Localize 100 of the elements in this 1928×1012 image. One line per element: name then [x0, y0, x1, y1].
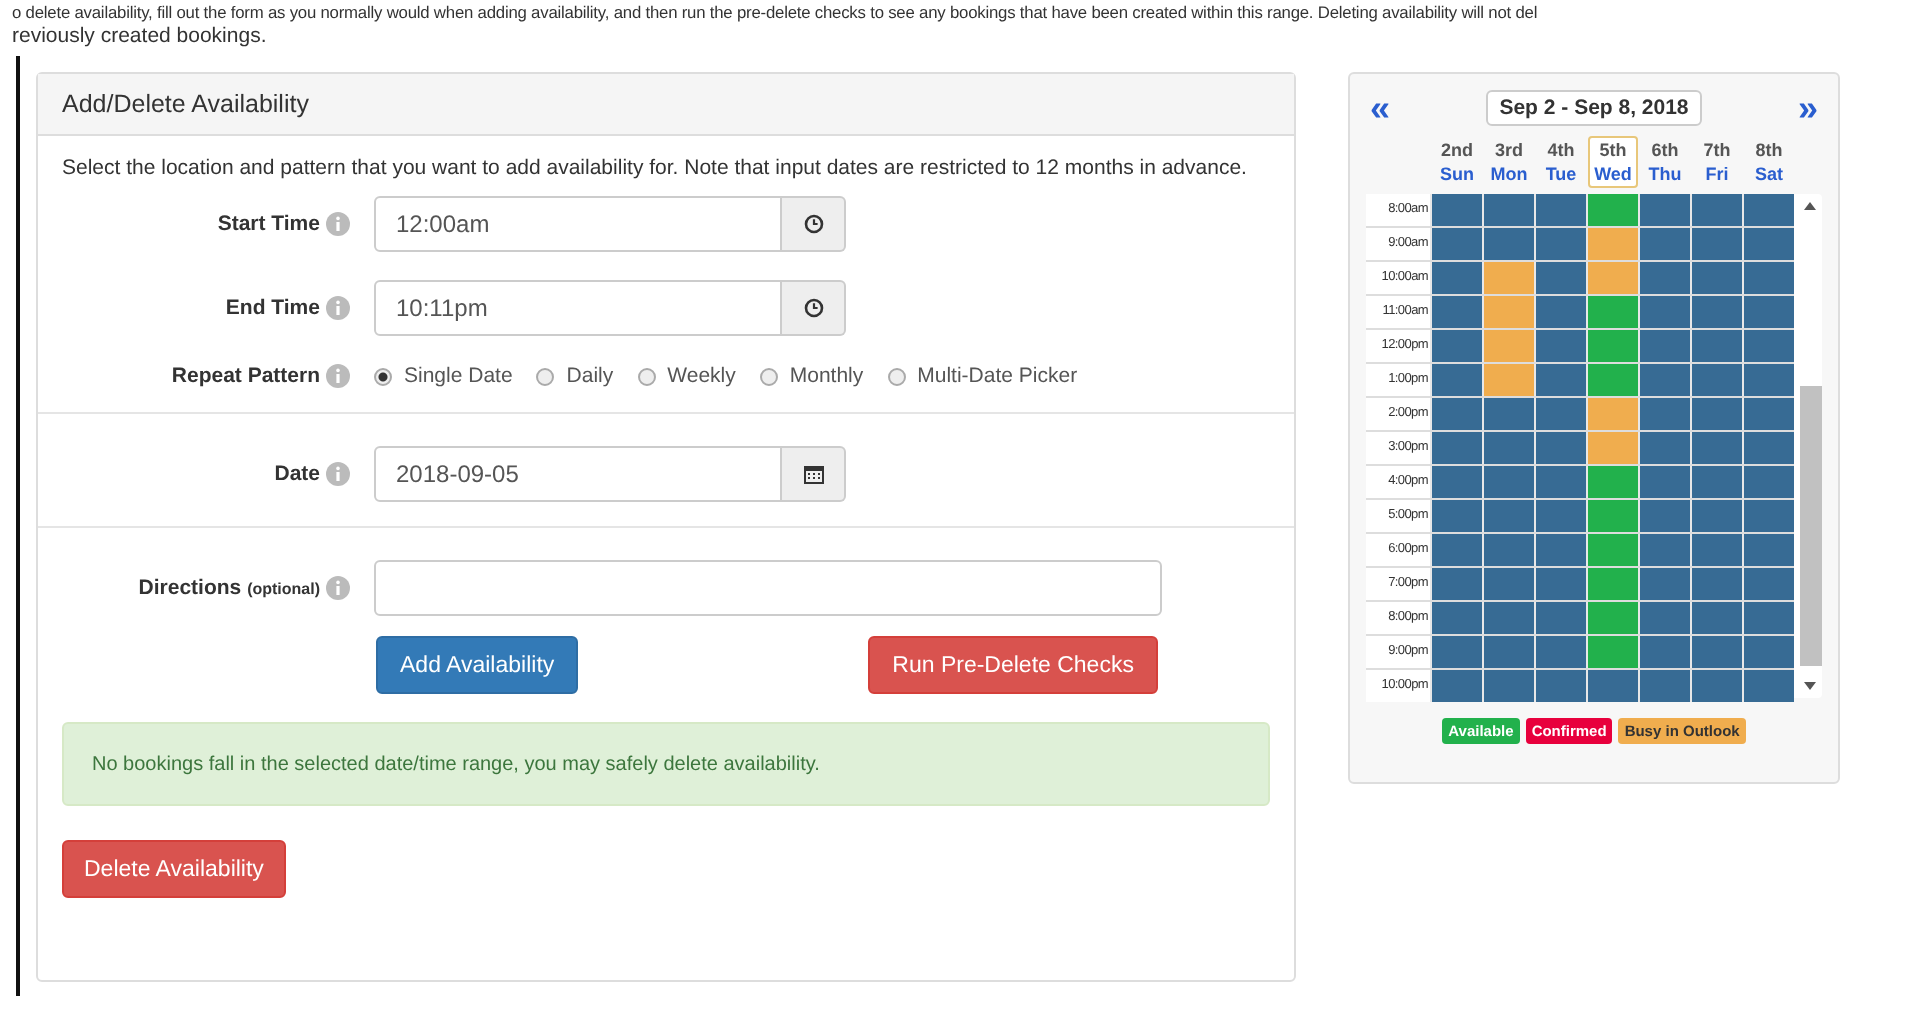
time-slot[interactable]: [1640, 228, 1690, 260]
time-slot[interactable]: [1588, 432, 1638, 464]
time-slot[interactable]: [1432, 398, 1482, 430]
time-slot[interactable]: [1692, 296, 1742, 328]
radio-button[interactable]: [759, 367, 778, 385]
day-header[interactable]: 7th Fri: [1692, 136, 1742, 188]
time-slot[interactable]: [1640, 466, 1690, 498]
time-slot[interactable]: [1692, 500, 1742, 532]
time-slot[interactable]: [1744, 194, 1794, 226]
time-slot[interactable]: [1692, 398, 1742, 430]
time-slot[interactable]: [1744, 670, 1794, 702]
time-slot[interactable]: [1692, 534, 1742, 566]
day-header[interactable]: 4th Tue: [1536, 136, 1586, 188]
action-button[interactable]: Run Pre-Delete Checks: [868, 636, 1158, 694]
day-header[interactable]: 2nd Sun: [1432, 136, 1482, 188]
clock-addon[interactable]: [782, 196, 846, 252]
time-slot[interactable]: [1432, 636, 1482, 668]
time-slot[interactable]: [1744, 228, 1794, 260]
time-slot[interactable]: [1588, 228, 1638, 260]
info-icon[interactable]: [326, 462, 350, 486]
time-slot[interactable]: [1744, 568, 1794, 600]
time-slot[interactable]: [1640, 568, 1690, 600]
time-slot[interactable]: [1640, 500, 1690, 532]
time-slot[interactable]: [1744, 330, 1794, 362]
radio-button[interactable]: [536, 367, 555, 385]
time-slot[interactable]: [1744, 636, 1794, 668]
time-slot[interactable]: [1640, 364, 1690, 396]
time-slot[interactable]: [1744, 364, 1794, 396]
time-slot[interactable]: [1536, 670, 1586, 702]
info-icon[interactable]: [326, 576, 350, 600]
time-slot[interactable]: [1432, 670, 1482, 702]
time-slot[interactable]: [1536, 330, 1586, 362]
time-slot[interactable]: [1640, 262, 1690, 294]
time-slot[interactable]: [1484, 568, 1534, 600]
day-header[interactable]: 8th Sat: [1744, 136, 1794, 188]
time-slot[interactable]: [1484, 330, 1534, 362]
time-slot[interactable]: [1484, 670, 1534, 702]
time-slot[interactable]: [1536, 364, 1586, 396]
time-slot[interactable]: [1484, 534, 1534, 566]
time-slot[interactable]: [1588, 466, 1638, 498]
day-header[interactable]: 3rd Mon: [1484, 136, 1534, 188]
time-slot[interactable]: [1744, 534, 1794, 566]
time-slot[interactable]: [1484, 602, 1534, 634]
time-slot[interactable]: [1432, 330, 1482, 362]
radio-button[interactable]: [637, 367, 656, 385]
time-slot[interactable]: [1432, 534, 1482, 566]
time-slot[interactable]: [1640, 330, 1690, 362]
time-slot[interactable]: [1692, 432, 1742, 464]
time-slot[interactable]: [1588, 500, 1638, 532]
time-slot[interactable]: [1432, 466, 1482, 498]
scroll-down-icon[interactable]: [1804, 682, 1816, 690]
time-slot[interactable]: [1692, 330, 1742, 362]
time-slot[interactable]: [1692, 670, 1742, 702]
radio-button[interactable]: [887, 367, 906, 385]
time-slot[interactable]: [1744, 398, 1794, 430]
action-button[interactable]: Add Availability: [376, 636, 579, 694]
info-icon[interactable]: [326, 212, 350, 236]
time-slot[interactable]: [1640, 636, 1690, 668]
previous-week-button[interactable]: «: [1366, 90, 1395, 126]
time-slot[interactable]: [1432, 602, 1482, 634]
time-slot[interactable]: [1744, 602, 1794, 634]
time-slot[interactable]: [1484, 194, 1534, 226]
time-slot[interactable]: [1432, 568, 1482, 600]
time-slot[interactable]: [1536, 432, 1586, 464]
radio-label[interactable]: Single Date: [404, 364, 513, 388]
time-slot[interactable]: [1588, 194, 1638, 226]
time-slot[interactable]: [1484, 228, 1534, 260]
time-slot[interactable]: [1432, 432, 1482, 464]
time-slot[interactable]: [1432, 364, 1482, 396]
time-slot[interactable]: [1484, 364, 1534, 396]
time-slot[interactable]: [1536, 466, 1586, 498]
time-slot[interactable]: [1744, 466, 1794, 498]
time-slot[interactable]: [1692, 568, 1742, 600]
radio-label[interactable]: Multi-Date Picker: [917, 364, 1078, 388]
time-slot[interactable]: [1588, 568, 1638, 600]
radio-button[interactable]: [374, 367, 392, 385]
time-slot[interactable]: [1536, 636, 1586, 668]
time-slot[interactable]: [1744, 262, 1794, 294]
time-slot[interactable]: [1692, 602, 1742, 634]
time-slot[interactable]: [1692, 194, 1742, 226]
info-icon[interactable]: [326, 364, 350, 388]
radio-label[interactable]: Weekly: [667, 364, 736, 388]
time-slot[interactable]: [1692, 636, 1742, 668]
time-slot[interactable]: [1640, 432, 1690, 464]
radio-label[interactable]: Monthly: [789, 364, 864, 388]
time-slot[interactable]: [1536, 602, 1586, 634]
clock-addon[interactable]: [782, 280, 846, 336]
time-slot[interactable]: [1432, 262, 1482, 294]
time-slot[interactable]: [1744, 500, 1794, 532]
time-slot[interactable]: [1484, 500, 1534, 532]
date-field[interactable]: 2018-09-05: [374, 446, 782, 502]
calendar-addon[interactable]: [782, 446, 846, 502]
time-slot[interactable]: [1484, 296, 1534, 328]
time-slot[interactable]: [1484, 432, 1534, 464]
time-slot[interactable]: [1432, 296, 1482, 328]
time-slot[interactable]: [1744, 432, 1794, 464]
time-slot[interactable]: [1744, 296, 1794, 328]
time-slot[interactable]: [1536, 228, 1586, 260]
time-slot[interactable]: [1588, 364, 1638, 396]
time-slot[interactable]: [1536, 500, 1586, 532]
